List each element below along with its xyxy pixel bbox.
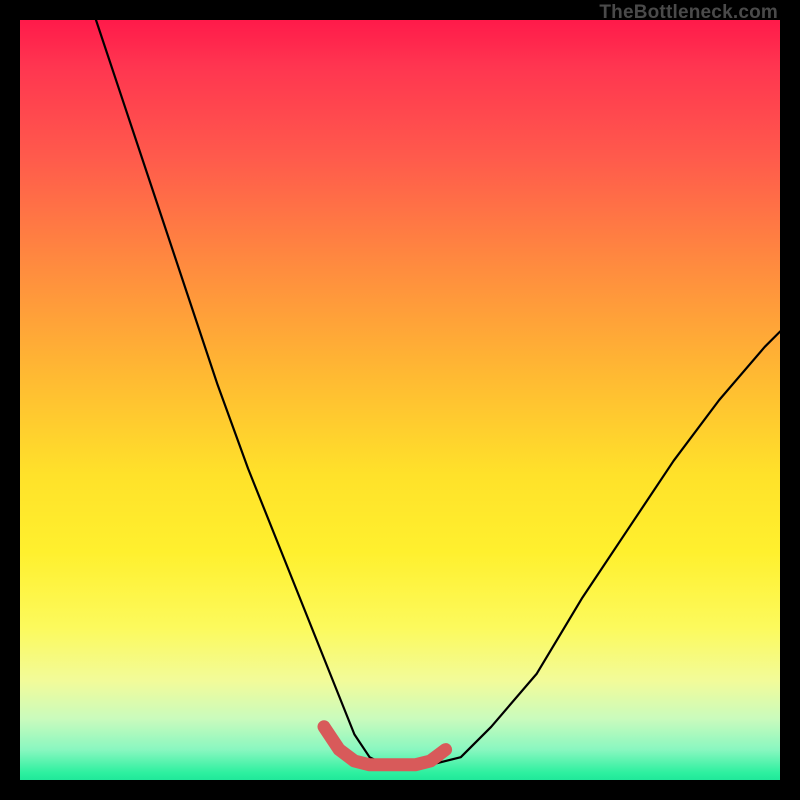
curve-svg: [20, 20, 780, 780]
watermark-text: TheBottleneck.com: [599, 2, 778, 24]
chart-frame: TheBottleneck.com: [0, 0, 800, 800]
bottleneck-curve: [96, 20, 780, 765]
plot-area: [20, 20, 780, 780]
flat-bottom-highlight: [324, 727, 446, 765]
